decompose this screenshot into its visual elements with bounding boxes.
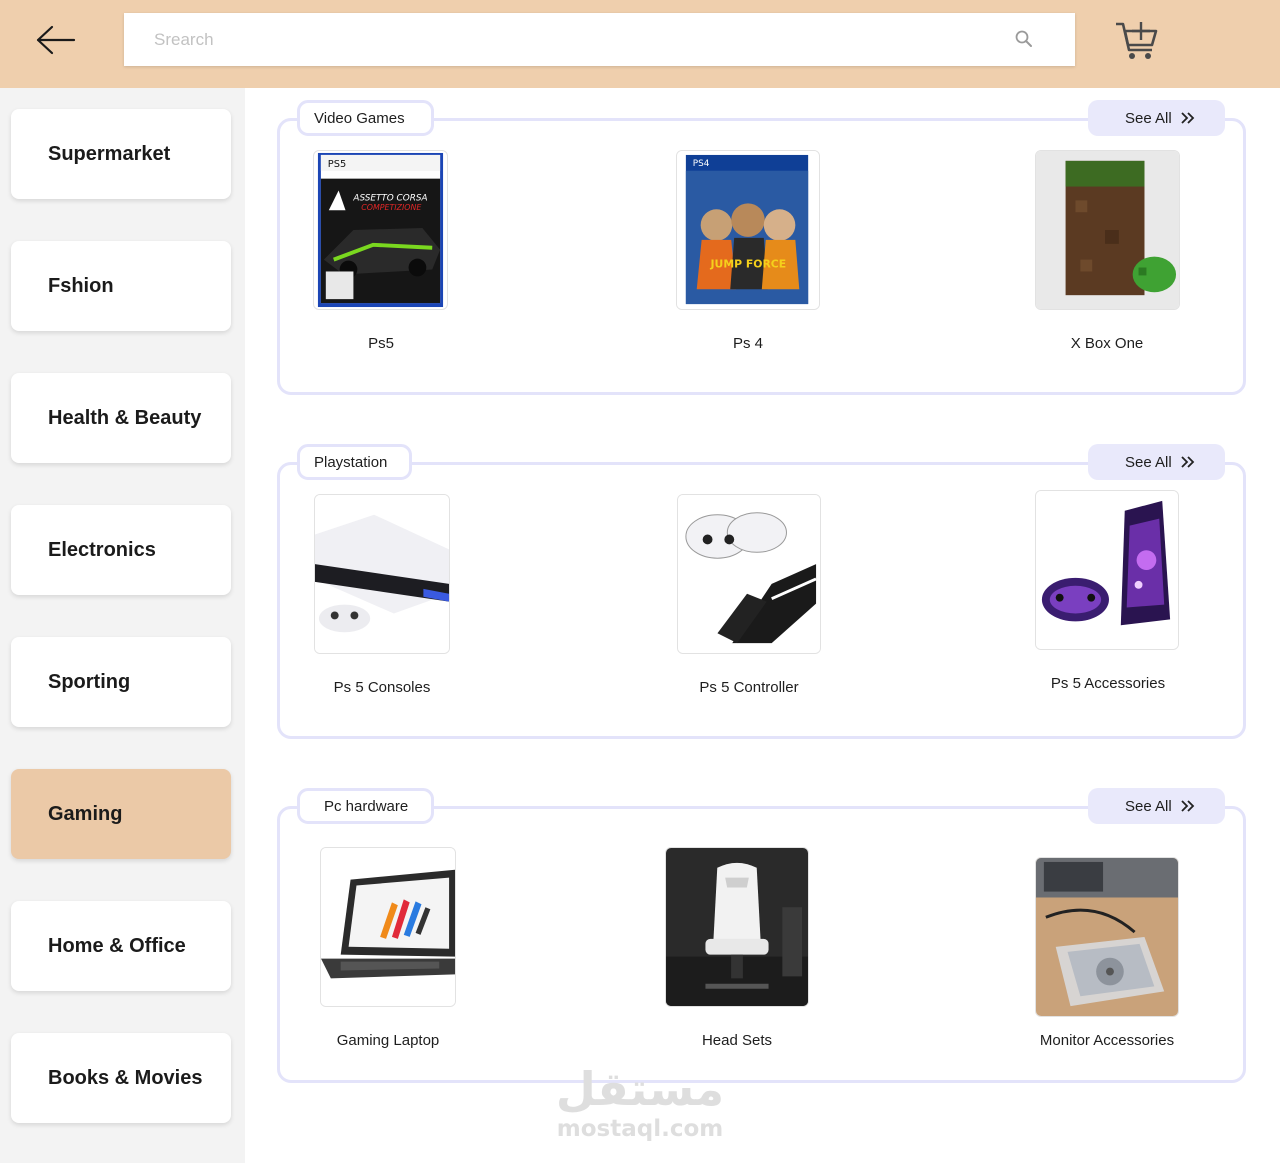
see-all-button[interactable]: See All bbox=[1088, 444, 1225, 480]
gaming-laptop-icon bbox=[321, 848, 455, 1006]
category-label: Fshion bbox=[48, 274, 114, 297]
section-title: Video Games bbox=[297, 100, 434, 136]
product-name[interactable]: Ps 5 Consoles bbox=[282, 679, 482, 696]
top-bar bbox=[0, 0, 1280, 88]
ps5-skin-accessories-icon bbox=[1036, 491, 1178, 649]
svg-text:COMPETIZIONE: COMPETIZIONE bbox=[361, 203, 421, 212]
category-label: Home & Office bbox=[48, 934, 186, 957]
product-name[interactable]: Ps 5 Accessories bbox=[1008, 675, 1208, 692]
see-all-button[interactable]: See All bbox=[1088, 788, 1225, 824]
category-label: Books & Movies bbox=[48, 1066, 203, 1089]
category-label: Health & Beauty bbox=[48, 406, 202, 429]
product-name[interactable]: X Box One bbox=[1007, 335, 1207, 352]
double-chevron-right-icon bbox=[1181, 112, 1194, 124]
ps4-game-cover-icon: PS4 JUMP FORCE bbox=[677, 151, 819, 309]
category-books-movies[interactable]: Books & Movies bbox=[11, 1033, 231, 1123]
category-gaming[interactable]: Gaming bbox=[11, 769, 231, 859]
category-label: Supermarket bbox=[48, 142, 171, 165]
product-image[interactable]: PS5 ASSETTO CORSA COMPETIZIONE bbox=[313, 150, 448, 310]
svg-text:JUMP FORCE: JUMP FORCE bbox=[710, 258, 787, 271]
category-supermarket[interactable]: Supermarket bbox=[11, 109, 231, 199]
see-all-label: See All bbox=[1125, 453, 1172, 471]
category-label: Electronics bbox=[48, 538, 156, 561]
add-to-cart-icon[interactable] bbox=[1114, 18, 1160, 62]
category-sporting[interactable]: Sporting bbox=[11, 637, 231, 727]
product-image[interactable]: PS4 JUMP FORCE bbox=[676, 150, 820, 310]
product-image[interactable] bbox=[320, 847, 456, 1007]
section-title: Pc hardware bbox=[297, 788, 434, 824]
see-all-label: See All bbox=[1125, 797, 1172, 815]
product-name[interactable]: Ps 4 bbox=[648, 335, 848, 352]
svg-text:ASSETTO CORSA: ASSETTO CORSA bbox=[352, 193, 427, 203]
svg-text:PS4: PS4 bbox=[693, 159, 710, 169]
product-name[interactable]: Gaming Laptop bbox=[288, 1032, 488, 1049]
see-all-label: See All bbox=[1125, 109, 1172, 127]
ps5-controller-dock-icon bbox=[678, 495, 820, 653]
category-sidebar: Supermarket Fshion Health & Beauty Elect… bbox=[0, 88, 245, 1163]
category-home-office[interactable]: Home & Office bbox=[11, 901, 231, 991]
category-label: Sporting bbox=[48, 670, 131, 693]
product-name[interactable]: Ps 5 Controller bbox=[649, 679, 849, 696]
search-bar bbox=[124, 13, 1075, 66]
double-chevron-right-icon bbox=[1181, 800, 1194, 812]
search-icon[interactable] bbox=[1014, 29, 1034, 49]
watermark-logo: مستقل mostaql.com bbox=[540, 1060, 740, 1142]
category-health-beauty[interactable]: Health & Beauty bbox=[11, 373, 231, 463]
ps5-game-cover-icon: PS5 ASSETTO CORSA COMPETIZIONE bbox=[317, 152, 444, 308]
section-title: Playstation bbox=[297, 444, 412, 480]
product-name[interactable]: Head Sets bbox=[637, 1032, 837, 1049]
xbox-console-icon bbox=[1036, 151, 1179, 309]
category-electronics[interactable]: Electronics bbox=[11, 505, 231, 595]
svg-text:PS5: PS5 bbox=[328, 159, 346, 170]
double-chevron-right-icon bbox=[1181, 456, 1194, 468]
watermark-arabic: مستقل bbox=[555, 1062, 725, 1116]
product-name[interactable]: Ps5 bbox=[281, 335, 481, 352]
product-name[interactable]: Monitor Accessories bbox=[1007, 1032, 1207, 1049]
watermark-latin: mostaql.com bbox=[556, 1116, 724, 1142]
gaming-chair-icon bbox=[666, 848, 808, 1006]
category-fashion[interactable]: Fshion bbox=[11, 241, 231, 331]
product-image[interactable] bbox=[1035, 490, 1179, 650]
ps5-console-icon bbox=[315, 495, 449, 653]
product-image[interactable] bbox=[677, 494, 821, 654]
product-image[interactable] bbox=[314, 494, 450, 654]
see-all-button[interactable]: See All bbox=[1088, 100, 1225, 136]
product-image[interactable] bbox=[665, 847, 809, 1007]
product-image[interactable] bbox=[1035, 150, 1180, 310]
product-image[interactable] bbox=[1035, 857, 1179, 1017]
category-label: Gaming bbox=[48, 802, 123, 825]
search-input[interactable] bbox=[124, 13, 1075, 66]
back-arrow-icon[interactable] bbox=[34, 22, 78, 58]
hdd-enclosure-icon bbox=[1036, 858, 1178, 1016]
